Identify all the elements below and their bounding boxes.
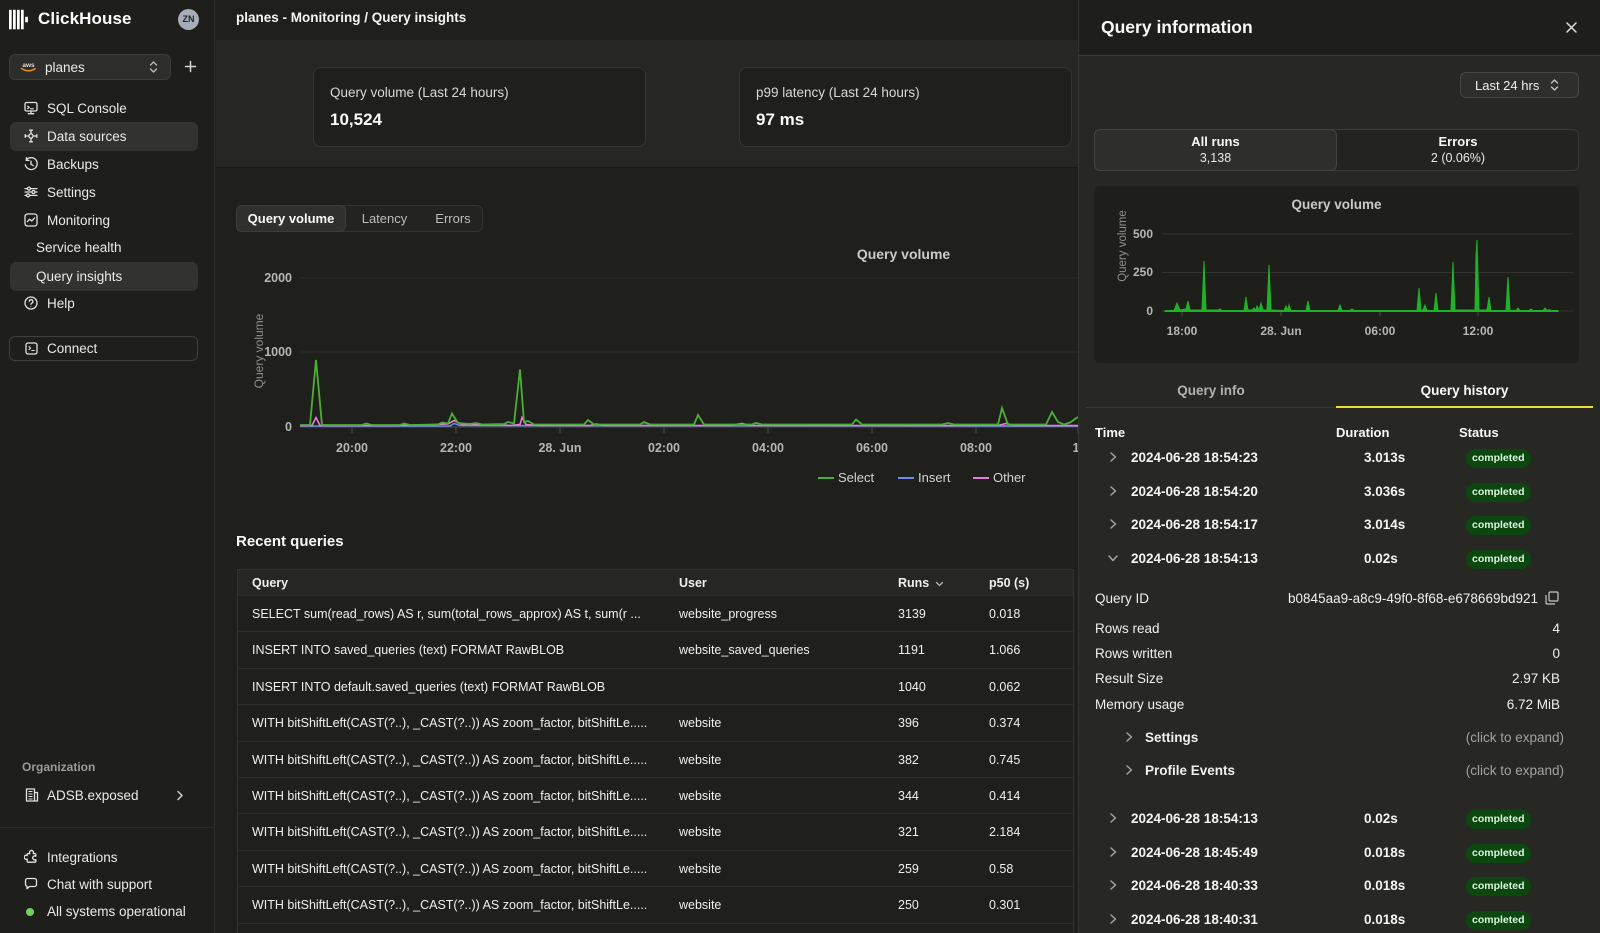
svg-text:28. Jun: 28. Jun [1260,324,1301,338]
svg-text:28. Jun: 28. Jun [538,441,581,455]
svg-text:aws: aws [22,62,35,69]
svg-text:0: 0 [1146,304,1153,318]
svg-text:0: 0 [285,420,292,434]
svg-text:02:00: 02:00 [648,441,680,455]
svg-text:Select: Select [838,470,875,485]
svg-text:500: 500 [1133,227,1153,241]
svg-text:1000: 1000 [264,345,292,359]
svg-text:22:00: 22:00 [440,441,472,455]
svg-text:250: 250 [1133,265,1153,279]
svg-text:Other: Other [993,470,1026,485]
svg-text:08:00: 08:00 [960,441,992,455]
svg-text:2000: 2000 [264,271,292,285]
svg-text:18:00: 18:00 [1167,324,1198,338]
svg-text:Insert: Insert [918,470,951,485]
svg-text:12:00: 12:00 [1463,324,1494,338]
svg-text:04:00: 04:00 [752,441,784,455]
svg-text:06:00: 06:00 [856,441,888,455]
svg-text:06:00: 06:00 [1365,324,1396,338]
svg-text:20:00: 20:00 [336,441,368,455]
